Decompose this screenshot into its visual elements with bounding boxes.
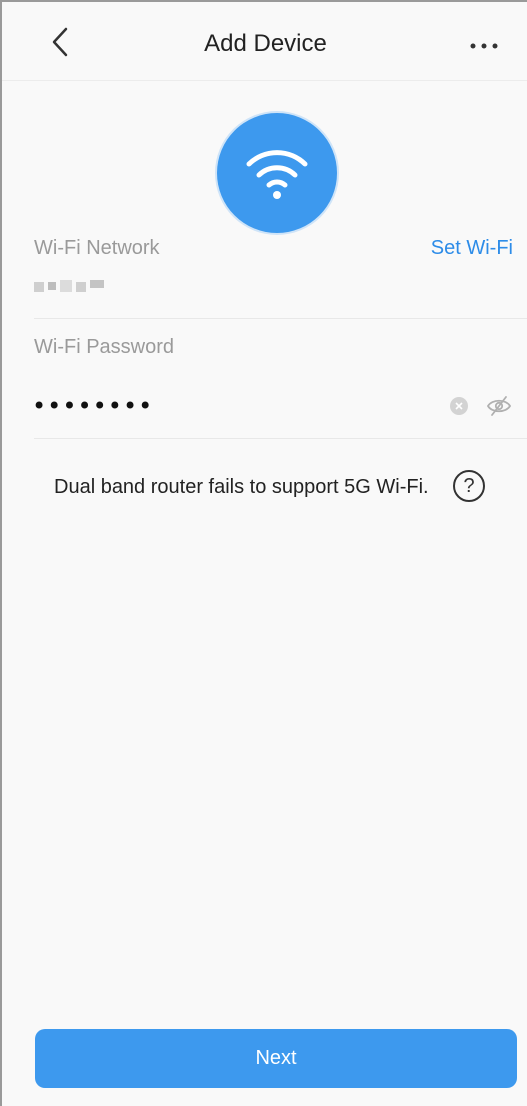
divider (34, 438, 527, 439)
app-screen: Add Device Wi-Fi Network Set Wi-Fi Wi-Fi… (0, 0, 527, 1106)
next-button[interactable]: Next (35, 1029, 517, 1088)
wifi-network-label: Wi-Fi Network (34, 237, 160, 259)
header-bar: Add Device (2, 2, 527, 81)
clear-password-button[interactable] (450, 397, 468, 415)
wifi-status-badge (217, 113, 337, 233)
wifi-network-name-redacted (34, 276, 108, 298)
clear-icon (455, 402, 463, 410)
more-button[interactable] (464, 28, 504, 64)
help-icon[interactable]: ? (453, 470, 485, 502)
more-horizontal-icon (470, 43, 498, 49)
page-title: Add Device (204, 30, 327, 57)
wifi-password-label: Wi-Fi Password (34, 336, 175, 358)
wifi-icon (246, 150, 308, 199)
dual-band-hint-text: Dual band router fails to support 5G Wi-… (54, 476, 429, 498)
set-wifi-link[interactable]: Set Wi-Fi (431, 237, 513, 260)
wifi-password-input[interactable] (32, 388, 432, 424)
divider (34, 318, 527, 319)
toggle-password-visibility-button[interactable] (485, 393, 513, 419)
eye-off-icon (486, 396, 512, 416)
